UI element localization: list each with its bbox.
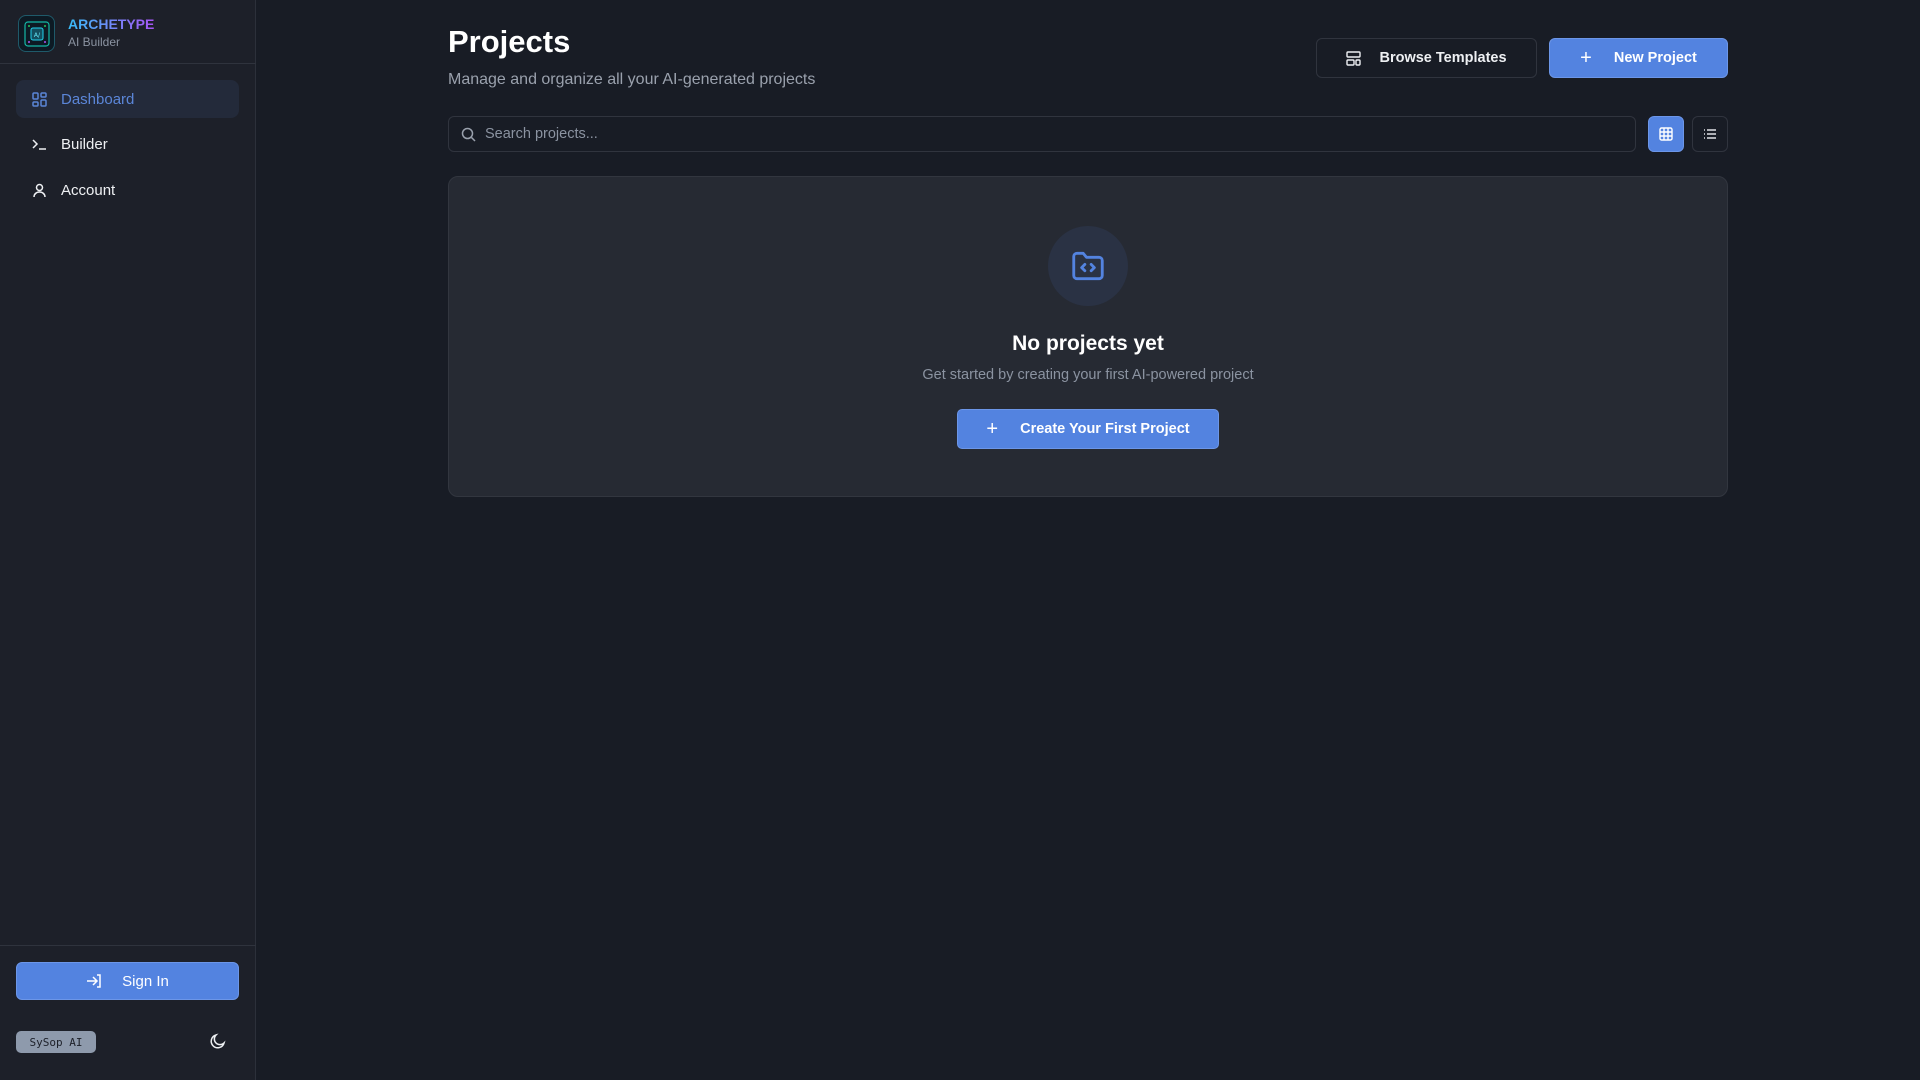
- user-icon: [33, 183, 46, 197]
- moon-icon: [210, 1033, 226, 1049]
- grid-view-button[interactable]: [1648, 116, 1684, 152]
- sidebar-item-label: Account: [61, 181, 116, 199]
- create-first-project-label: Create Your First Project: [1020, 421, 1190, 437]
- empty-state-subtitle: Get started by creating your first AI-po…: [922, 367, 1254, 383]
- search-icon: [461, 127, 476, 142]
- new-project-label: New Project: [1613, 50, 1697, 66]
- dashboard-grid-icon: [32, 91, 47, 107]
- empty-state-title: No projects yet: [1012, 332, 1164, 355]
- sidebar: A/ ARCHETYPE AI Builder Dashboard Builde…: [0, 0, 256, 1080]
- page-subtitle: Manage and organize all your AI-generate…: [448, 71, 816, 88]
- list-icon: [1704, 129, 1716, 139]
- grid-icon: [1659, 127, 1673, 141]
- terminal-icon: [32, 138, 46, 150]
- app-logo: A/: [18, 15, 55, 52]
- create-first-project-button[interactable]: + Create Your First Project: [957, 409, 1219, 449]
- empty-state-icon-wrap: [1048, 226, 1128, 306]
- theme-toggle-button[interactable]: [208, 1033, 226, 1056]
- sign-in-button[interactable]: Sign In: [16, 962, 239, 1000]
- page-title: Projects: [448, 24, 571, 59]
- sidebar-item-label: Dashboard: [61, 90, 135, 108]
- svg-text:A/: A/: [33, 32, 40, 39]
- sign-in-label: Sign In: [122, 972, 169, 990]
- sidebar-item-builder[interactable]: Builder: [16, 125, 239, 163]
- sysop-badge: SySop AI: [16, 1031, 96, 1053]
- divider: [0, 63, 256, 64]
- template-icon: [1346, 50, 1362, 66]
- browse-templates-label: Browse Templates: [1379, 50, 1507, 66]
- browse-templates-button[interactable]: Browse Templates: [1316, 38, 1537, 78]
- list-view-button[interactable]: [1692, 116, 1728, 152]
- app-name: ARCHETYPE: [68, 16, 155, 32]
- new-project-button[interactable]: + New Project: [1549, 38, 1728, 78]
- search-input[interactable]: [485, 126, 1585, 142]
- plus-icon: +: [1580, 46, 1592, 69]
- sidebar-item-account[interactable]: Account: [16, 171, 239, 209]
- folder-code-icon: [1072, 251, 1104, 281]
- empty-state-card: No projects yet Get started by creating …: [448, 176, 1728, 497]
- search-field: [448, 116, 1636, 152]
- sidebar-item-dashboard[interactable]: Dashboard: [16, 80, 239, 118]
- plus-icon: +: [986, 417, 999, 440]
- app-tagline: AI Builder: [68, 35, 121, 49]
- divider: [0, 945, 256, 946]
- sign-in-icon: [87, 974, 101, 988]
- brand: ARCHETYPE AI Builder: [68, 16, 154, 49]
- sidebar-item-label: Builder: [61, 135, 108, 153]
